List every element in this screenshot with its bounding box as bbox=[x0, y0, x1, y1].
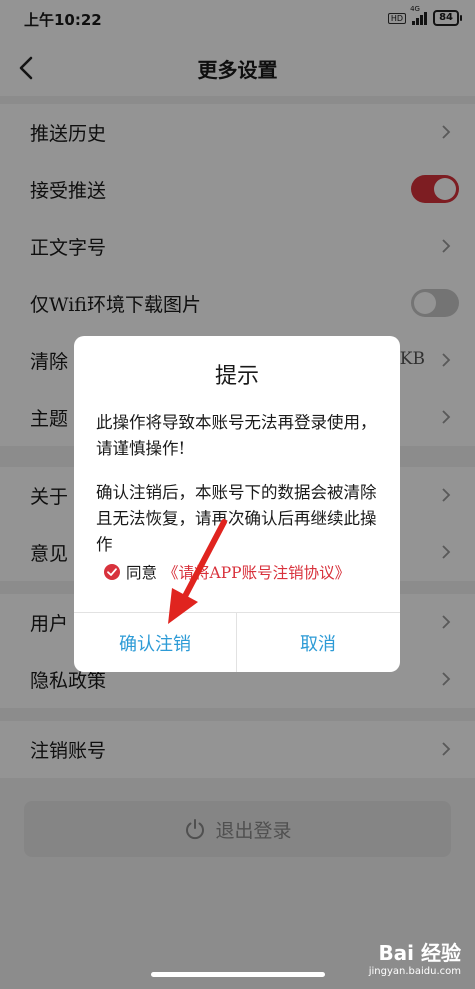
check-circle-icon[interactable] bbox=[104, 564, 120, 580]
baidu-watermark: Bai 经验 jingyan.baidu.com bbox=[369, 937, 461, 977]
dialog-warning-text: 此操作将导致本账号无法再登录使用，请谨慎操作! bbox=[96, 413, 377, 458]
cancel-button[interactable]: 取消 bbox=[237, 613, 399, 672]
dialog-title: 提示 bbox=[214, 364, 259, 389]
watermark-logo: Bai 经验 bbox=[378, 941, 461, 965]
agree-prefix: 同意 bbox=[126, 564, 158, 582]
home-indicator[interactable] bbox=[151, 972, 325, 977]
red-arrow-annotation bbox=[168, 519, 227, 624]
watermark-url: jingyan.baidu.com bbox=[368, 966, 461, 977]
